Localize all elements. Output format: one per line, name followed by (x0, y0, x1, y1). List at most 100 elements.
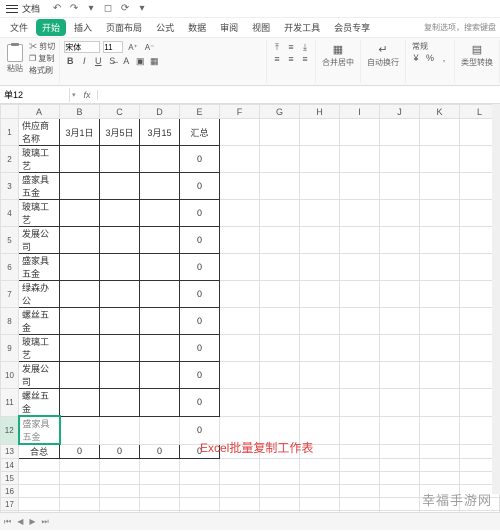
cell[interactable] (19, 485, 60, 498)
row-head[interactable]: 2 (1, 146, 19, 173)
cell[interactable] (300, 459, 340, 472)
tab-insert[interactable]: 插入 (68, 19, 98, 36)
cell[interactable] (140, 416, 180, 444)
dropdown-icon[interactable]: ▾ (84, 2, 98, 16)
cell[interactable] (100, 173, 140, 200)
row-head[interactable]: 12 (1, 416, 19, 444)
decrease-font-icon[interactable]: A⁻ (143, 43, 157, 52)
conditional-format-button[interactable]: ▤ 类型转换 (459, 41, 495, 69)
window-icon[interactable]: ◻ (101, 2, 115, 16)
tab-review[interactable]: 审阅 (214, 19, 244, 36)
row-head[interactable]: 6 (1, 254, 19, 281)
cell[interactable] (140, 498, 180, 511)
cell[interactable] (180, 485, 220, 498)
cell[interactable] (420, 511, 460, 513)
cell[interactable] (260, 254, 300, 281)
cell[interactable] (420, 254, 460, 281)
cell[interactable] (420, 335, 460, 362)
cell[interactable]: 玻璃工艺 (19, 200, 60, 227)
cell[interactable]: 0 (60, 444, 100, 459)
cell[interactable] (420, 498, 460, 511)
cell[interactable] (60, 416, 100, 444)
cell[interactable] (380, 472, 420, 485)
cell[interactable] (220, 335, 260, 362)
cell[interactable] (380, 281, 420, 308)
cell[interactable] (220, 498, 260, 511)
cell[interactable] (100, 146, 140, 173)
cell[interactable] (300, 485, 340, 498)
col-head-e[interactable]: E (180, 105, 220, 119)
cell[interactable] (380, 227, 420, 254)
align-bot-icon[interactable]: ⤓ (299, 41, 311, 53)
sheet-nav-first-icon[interactable]: ⏮ (4, 517, 11, 527)
cell[interactable] (300, 146, 340, 173)
cell[interactable] (220, 362, 260, 389)
cell[interactable] (220, 444, 260, 459)
cell[interactable] (220, 459, 260, 472)
increase-font-icon[interactable]: A⁺ (126, 43, 140, 52)
cell[interactable]: 0 (180, 200, 220, 227)
more-icon[interactable]: ▾ (135, 2, 149, 16)
cell[interactable] (220, 472, 260, 485)
tab-developer[interactable]: 开发工具 (278, 19, 326, 36)
cell[interactable]: 玻璃工艺 (19, 335, 60, 362)
cell[interactable] (300, 254, 340, 281)
sheet-nav-prev-icon[interactable]: ◀ (17, 517, 23, 526)
cell[interactable] (340, 281, 380, 308)
cell[interactable] (100, 362, 140, 389)
cell[interactable]: 3月15 (140, 119, 180, 146)
search-hint[interactable]: 复制选项，搜索键盘 (424, 22, 496, 33)
row-head[interactable]: 9 (1, 335, 19, 362)
cell[interactable] (260, 389, 300, 417)
cell[interactable] (300, 472, 340, 485)
cell[interactable]: 0 (180, 389, 220, 417)
cell[interactable] (300, 335, 340, 362)
cell[interactable] (340, 389, 380, 417)
cell[interactable] (300, 511, 340, 513)
align-mid-icon[interactable]: ≡ (285, 41, 297, 53)
cell[interactable] (300, 416, 340, 444)
cell[interactable] (380, 308, 420, 335)
cell[interactable] (220, 200, 260, 227)
cell[interactable]: 螺丝五金 (19, 389, 60, 417)
cell[interactable] (19, 498, 60, 511)
row-head[interactable]: 4 (1, 200, 19, 227)
cell[interactable] (260, 173, 300, 200)
cell[interactable] (220, 281, 260, 308)
col-head-d[interactable]: D (140, 105, 180, 119)
cell[interactable] (340, 485, 380, 498)
spreadsheet-grid[interactable]: A B C D E F G H I J K L 1 供应商名称 3月1日 3月5… (0, 104, 500, 512)
sheet-nav-last-icon[interactable]: ⏭ (42, 517, 49, 527)
cell[interactable] (380, 459, 420, 472)
cell[interactable] (380, 416, 420, 444)
cell[interactable] (260, 459, 300, 472)
cell[interactable] (300, 308, 340, 335)
tab-member[interactable]: 会员专享 (328, 19, 376, 36)
cell[interactable] (220, 119, 260, 146)
cell[interactable] (340, 498, 380, 511)
row-head[interactable]: 13 (1, 444, 19, 459)
fx-label[interactable]: fx (78, 90, 98, 100)
cell[interactable]: 3月5日 (100, 119, 140, 146)
cell[interactable]: 发展公司 (19, 362, 60, 389)
cell[interactable]: 盛家具五金 (19, 416, 60, 444)
border-icon[interactable]: ▦ (148, 55, 160, 67)
cell[interactable] (260, 335, 300, 362)
cell[interactable] (140, 308, 180, 335)
cell[interactable] (420, 459, 460, 472)
cell[interactable]: 盛家具五金 (19, 173, 60, 200)
cell[interactable] (220, 254, 260, 281)
tab-data[interactable]: 数据 (182, 19, 212, 36)
tab-home[interactable]: 开始 (36, 19, 66, 36)
cell[interactable]: 0 (140, 444, 180, 459)
cell[interactable]: 3月1日 (60, 119, 100, 146)
cell[interactable] (260, 416, 300, 444)
cell[interactable] (260, 308, 300, 335)
cell[interactable] (100, 335, 140, 362)
cell[interactable] (100, 459, 140, 472)
wrap-button[interactable]: ↵ 自动换行 (365, 41, 401, 69)
col-head-f[interactable]: F (220, 105, 260, 119)
vertical-scrollbar[interactable] (492, 104, 500, 494)
cell[interactable] (340, 459, 380, 472)
cell[interactable] (60, 335, 100, 362)
